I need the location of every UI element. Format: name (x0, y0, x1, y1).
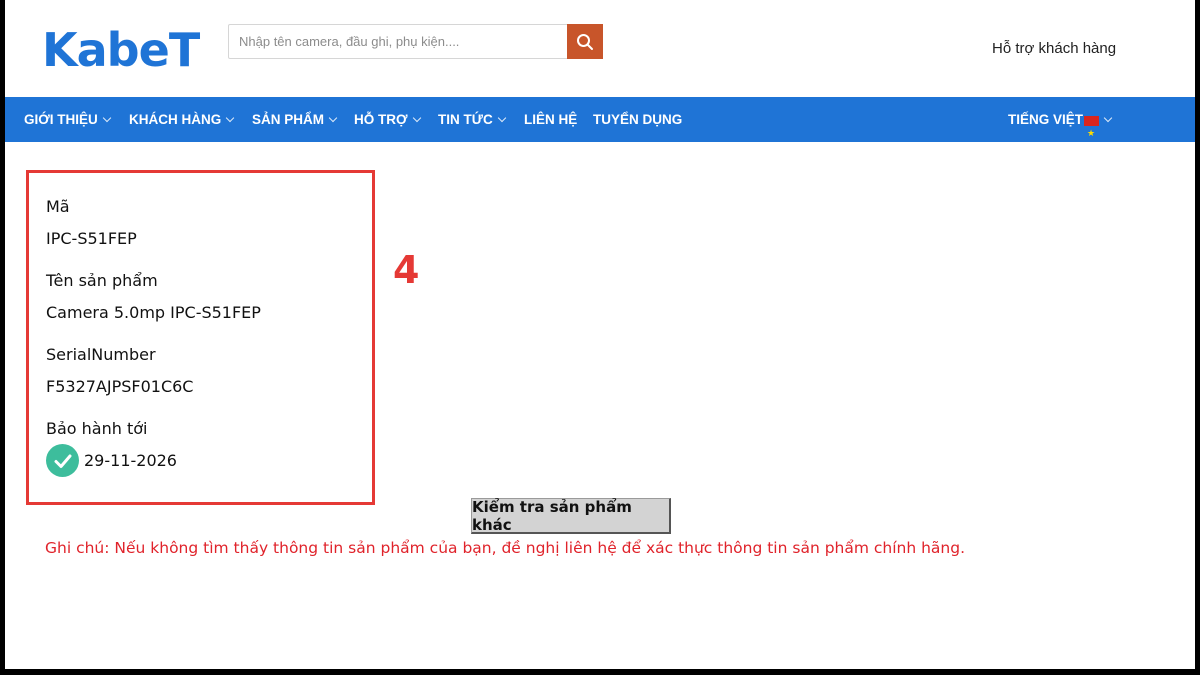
nav-item-label: TIN TỨC (438, 112, 493, 127)
vietnam-flag-icon (1084, 113, 1100, 156)
chevron-down-icon (412, 113, 421, 122)
nav-item-tin-tuc[interactable]: TIN TỨC (438, 97, 506, 142)
search-icon (577, 33, 593, 50)
product-name-label: Tên sản phẩm (46, 271, 158, 290)
note-text: Ghi chú: Nếu không tìm thấy thông tin sả… (45, 539, 966, 557)
chevron-down-icon (102, 113, 112, 122)
chevron-down-icon (328, 113, 338, 122)
chevron-down-icon (497, 113, 506, 122)
search-button[interactable] (567, 24, 603, 59)
search-input[interactable] (229, 25, 568, 58)
site-header: KabeT Hỗ trợ khách hàng (5, 0, 1195, 97)
nav-item-tuyen-dung[interactable]: TUYỂN DỤNG (593, 97, 682, 142)
code-label: Mã (46, 197, 70, 216)
nav-item-lien-he[interactable]: LIÊN HỆ (524, 97, 577, 142)
nav-item-label: LIÊN HỆ (524, 112, 578, 127)
nav-item-label: SẢN PHẨM (252, 112, 325, 127)
chevron-down-icon (1103, 113, 1113, 122)
annotation-step-number: 4 (393, 248, 420, 292)
nav-item-gioi-thieu[interactable]: GIỚI THIỆU (24, 97, 112, 142)
chevron-down-icon (226, 113, 235, 122)
language-switcher[interactable]: TIẾNG VIỆT (1008, 97, 1113, 156)
warranty-label: Bảo hành tới (46, 419, 148, 438)
check-other-product-button[interactable]: Kiểm tra sản phẩm khác (471, 498, 671, 534)
check-icon (46, 444, 79, 477)
language-label: TIẾNG VIỆT (1008, 112, 1084, 127)
nav-item-label: GIỚI THIỆU (24, 112, 98, 127)
customer-support-link[interactable]: Hỗ trợ khách hàng (992, 40, 1116, 57)
code-value: IPC-S51FEP (46, 229, 137, 248)
nav-item-label: HỖ TRỢ (354, 112, 408, 127)
nav-item-label: KHÁCH HÀNG (129, 112, 222, 127)
nav-item-ho-tro[interactable]: HỖ TRỢ (354, 97, 421, 142)
nav-item-san-pham[interactable]: SẢN PHẨM (252, 97, 338, 142)
site-logo[interactable]: KabeT (42, 22, 200, 78)
serial-label: SerialNumber (46, 345, 156, 364)
warranty-date-value: 29-11-2026 (84, 451, 177, 470)
nav-item-label: TUYỂN DỤNG (593, 112, 683, 127)
nav-item-khach-hang[interactable]: KHÁCH HÀNG (129, 97, 235, 142)
product-name-value: Camera 5.0mp IPC-S51FEP (46, 303, 261, 322)
product-result-box: Mã IPC-S51FEP Tên sản phẩm Camera 5.0mp … (26, 170, 375, 505)
main-nav: GIỚI THIỆU KHÁCH HÀNG SẢN PHẨM HỖ TRỢ TI… (5, 97, 1195, 156)
serial-value: F5327AJPSF01C6C (46, 377, 194, 396)
page: KabeT Hỗ trợ khách hàng GIỚI THIỆU KHÁCH… (5, 0, 1195, 669)
search-bar (228, 24, 603, 59)
